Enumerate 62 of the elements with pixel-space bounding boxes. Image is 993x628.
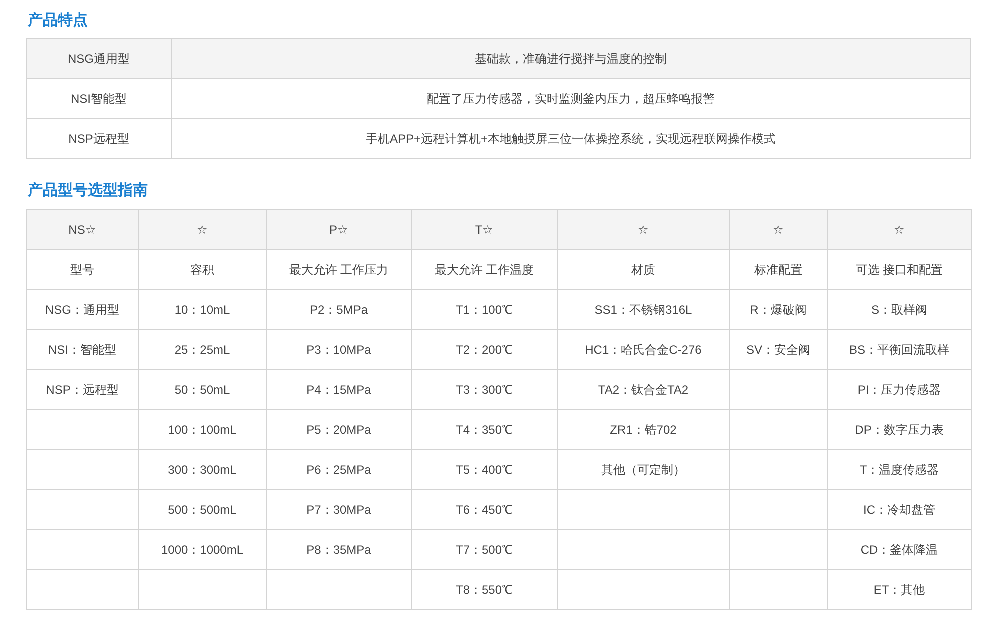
table-cell-text: T☆ bbox=[475, 222, 494, 236]
table-cell-text: S：取样阀 bbox=[871, 302, 928, 316]
table-cell-text: HC1：哈氏合金C-276 bbox=[585, 342, 702, 356]
table-cell-text: P☆ bbox=[329, 222, 348, 236]
table-cell-text: NSG：通用型 bbox=[45, 302, 120, 316]
table-cell-text: TA2：钛合金TA2 bbox=[598, 382, 689, 396]
table-cell-text: T7：500℃ bbox=[456, 542, 514, 556]
table-cell-text: 其他（可定制） bbox=[602, 462, 686, 476]
table-cell-text: R：爆破阀 bbox=[750, 302, 807, 316]
table-cell-text: 材质 bbox=[632, 262, 656, 276]
table-cell-text: IC：冷却盘管 bbox=[864, 502, 936, 516]
table-cell-text: 25：25mL bbox=[174, 342, 230, 356]
table-cell-text: P4：15MPa bbox=[306, 382, 372, 396]
table-cell-text: 基础款，准确进行搅拌与温度的控制 bbox=[475, 52, 667, 66]
table-cell-text: CD：釜体降温 bbox=[860, 542, 938, 556]
table-cell-text: NS☆ bbox=[68, 222, 96, 236]
table-cell-text: P3：10MPa bbox=[306, 342, 372, 356]
table-cell-text: ☆ bbox=[894, 222, 905, 236]
table-cell-text: 300：300mL bbox=[168, 462, 237, 476]
table-cell-text: P6：25MPa bbox=[306, 462, 372, 476]
table-cell-text: NSI：智能型 bbox=[48, 342, 116, 356]
table-cell-text: 配置了压力传感器，实时监测釜内压力，超压蜂鸣报警 bbox=[427, 92, 715, 106]
table-cell-text: T3：300℃ bbox=[456, 382, 514, 396]
table-cell-text: SS1：不锈钢316L bbox=[594, 302, 692, 316]
table-cell-text: P7：30MPa bbox=[306, 502, 372, 516]
section-title: 产品型号选型指南 bbox=[27, 181, 149, 201]
table-cell-text: T1：100℃ bbox=[456, 302, 514, 316]
table-cell-text: ☆ bbox=[197, 222, 208, 236]
table-cell-text: PI：压力传感器 bbox=[858, 382, 942, 396]
table-cell-text: P2：5MPa bbox=[310, 302, 368, 316]
table-cell-text: 最大允许 工作压力 bbox=[289, 262, 389, 276]
table-cell-text: ZR1：锆702 bbox=[610, 422, 677, 436]
table-cell-text: NSP：远程型 bbox=[46, 382, 119, 396]
table-cell-text: P5：20MPa bbox=[306, 422, 372, 436]
table-cell-text: P8：35MPa bbox=[306, 542, 372, 556]
table-cell-text: 10：10mL bbox=[174, 302, 230, 316]
table-cell-text: ☆ bbox=[773, 222, 784, 236]
table-cell-text: 1000：1000mL bbox=[161, 542, 244, 556]
table-cell-text: NSI智能型 bbox=[70, 92, 127, 106]
table-cell-text: DP：数字压力表 bbox=[855, 422, 944, 436]
table-cell-text: 100：100mL bbox=[168, 422, 237, 436]
table-cell-text: BS：平衡回流取样 bbox=[849, 342, 950, 356]
table-cell-text: T6：450℃ bbox=[456, 502, 514, 516]
section-title: 产品特点 bbox=[27, 11, 89, 31]
table-cell-text: T2：200℃ bbox=[456, 342, 514, 356]
table-cell-text: T：温度传感器 bbox=[860, 462, 940, 476]
table-cell-text: 500：500mL bbox=[168, 502, 237, 516]
table-cell-text: NSP远程型 bbox=[68, 132, 130, 146]
table-cell-text: 最大允许 工作温度 bbox=[434, 262, 534, 276]
table-cell-text: T4：350℃ bbox=[456, 422, 514, 436]
table-cell-text: 50：50mL bbox=[174, 382, 230, 396]
table-cell-text: T5：400℃ bbox=[456, 462, 514, 476]
table-cell-text: 型号 bbox=[70, 262, 94, 276]
table-cell-text: 可选 接口和配置 bbox=[856, 262, 944, 276]
table-cell-text: 标准配置 bbox=[754, 262, 802, 276]
table-cell-text: 容积 bbox=[190, 262, 214, 276]
table-cell-text: ET：其他 bbox=[874, 582, 926, 596]
table-cell-text: ☆ bbox=[638, 222, 649, 236]
table-cell-text: SV：安全阀 bbox=[746, 342, 810, 356]
table-cell-text: 手机APP+远程计算机+本地触摸屏三位一体操控系统，实现远程联网操作模式 bbox=[366, 132, 776, 146]
table-cell-text: T8：550℃ bbox=[456, 582, 514, 596]
table-cell-text: NSG通用型 bbox=[68, 52, 130, 66]
